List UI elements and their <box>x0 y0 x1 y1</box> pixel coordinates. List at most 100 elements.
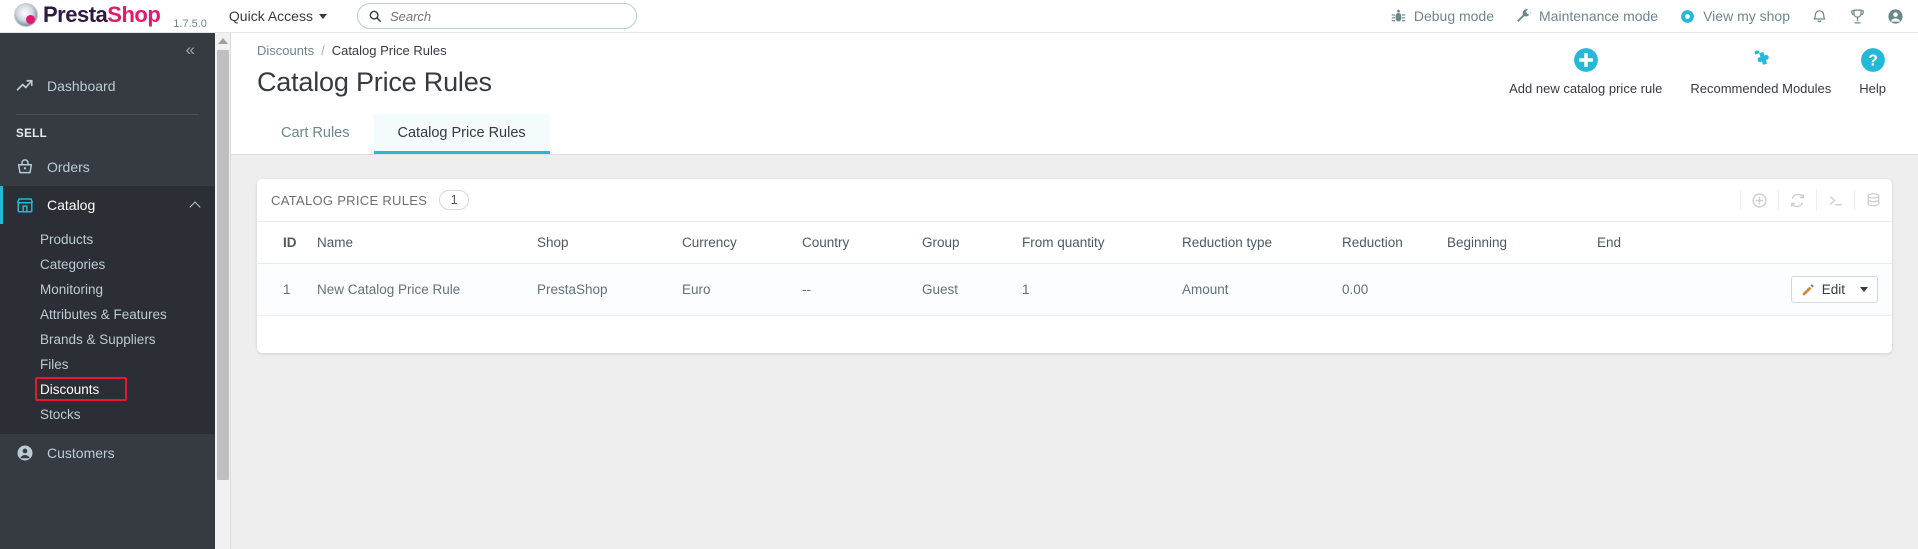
top-header-bar: PrestaShop 1.7.5.0 Quick Access Debug mo… <box>0 0 1918 33</box>
search-icon <box>369 10 381 22</box>
table-header: ID Name Shop Currency Country Group From… <box>257 222 1892 264</box>
record-count-badge: 1 <box>439 190 470 210</box>
panel-header: CATALOG PRICE RULES 1 <box>257 179 1892 222</box>
column-header-from-quantity[interactable]: From quantity <box>1014 222 1174 264</box>
tab-cart-rules[interactable]: Cart Rules <box>257 114 374 154</box>
svg-text:?: ? <box>1868 53 1878 70</box>
sidebar-section-sell: SELL <box>16 128 47 140</box>
sidebar-item-orders-label: Orders <box>47 159 90 175</box>
sidebar-subitem-stocks[interactable]: Stocks <box>0 402 215 427</box>
panel-add-button[interactable] <box>1740 190 1778 210</box>
pencil-icon <box>1802 283 1814 295</box>
cell-name: New Catalog Price Rule <box>309 263 529 316</box>
sidebar-subitem-products[interactable]: Products <box>0 227 215 252</box>
sidebar-subitem-discounts[interactable]: Discounts <box>0 377 215 402</box>
page-header-actions: Add new catalog price rule Recommended M… <box>1495 47 1900 96</box>
column-header-beginning[interactable]: Beginning <box>1439 222 1589 264</box>
sidebar-item-dashboard-label: Dashboard <box>47 78 116 94</box>
panel-toolbar <box>1740 190 1892 210</box>
help-label: Help <box>1859 81 1886 96</box>
cell-from-quantity: 1 <box>1014 263 1174 316</box>
column-header-reduction[interactable]: Reduction <box>1334 222 1439 264</box>
panel-export-db-button[interactable] <box>1854 190 1892 210</box>
help-button[interactable]: ? Help <box>1845 47 1900 96</box>
scrollbar-thumb[interactable] <box>217 50 229 480</box>
sidebar-subitem-monitoring[interactable]: Monitoring <box>0 277 215 302</box>
catalog-submenu: Products Categories Monitoring Attribute… <box>0 224 215 434</box>
bell-icon <box>1813 9 1826 22</box>
page-body: « Dashboard SELL Orders Catalog Products… <box>0 33 1918 549</box>
add-new-catalog-price-rule-label: Add new catalog price rule <box>1509 81 1663 96</box>
column-header-shop[interactable]: Shop <box>529 222 674 264</box>
eye-icon <box>1681 9 1694 23</box>
search-input[interactable] <box>389 8 626 24</box>
table-row[interactable]: 1 New Catalog Price Rule PrestaShop Euro… <box>257 263 1892 316</box>
column-header-id[interactable]: ID <box>257 222 309 264</box>
notifications-button[interactable] <box>1811 8 1828 25</box>
recommended-modules-button[interactable]: Recommended Modules <box>1676 47 1845 96</box>
trend-line-icon <box>16 79 33 91</box>
database-export-icon <box>1867 192 1880 206</box>
cell-end <box>1589 263 1671 316</box>
chevron-down-icon <box>318 13 327 19</box>
scroll-up-arrow-icon[interactable] <box>217 38 228 44</box>
sidebar-subitem-categories[interactable]: Categories <box>0 252 215 277</box>
sidebar-item-orders[interactable]: Orders <box>0 148 215 186</box>
column-header-group[interactable]: Group <box>914 222 1014 264</box>
column-header-currency[interactable]: Currency <box>674 222 794 264</box>
brand-logo[interactable]: PrestaShop 1.7.5.0 <box>14 1 207 30</box>
add-new-catalog-price-rule-button[interactable]: Add new catalog price rule <box>1495 47 1676 96</box>
column-header-name[interactable]: Name <box>309 222 529 264</box>
store-icon <box>16 198 34 213</box>
panel-refresh-button[interactable] <box>1778 190 1816 210</box>
cell-actions: Edit <box>1670 263 1892 316</box>
column-header-country[interactable]: Country <box>794 222 914 264</box>
question-circle-icon: ? <box>1860 48 1885 72</box>
column-header-actions <box>1670 222 1892 264</box>
sidebar-item-catalog-label: Catalog <box>47 197 96 213</box>
maintenance-mode-label: Maintenance mode <box>1539 8 1659 24</box>
sidebar-subitem-discounts-label: Discounts <box>40 382 100 397</box>
main-content: Discounts / Catalog Price Rules Catalog … <box>231 33 1918 549</box>
page-tabs: Cart Rules Catalog Price Rules <box>231 98 1918 155</box>
cell-country: -- <box>794 263 914 316</box>
main-sidebar: « Dashboard SELL Orders Catalog Products… <box>0 33 215 549</box>
version-label: 1.7.5.0 <box>173 17 207 30</box>
quick-access-menu[interactable]: Quick Access <box>229 8 327 24</box>
bug-icon <box>1391 9 1406 21</box>
puzzle-icon <box>1754 50 1769 65</box>
breadcrumb-parent[interactable]: Discounts <box>257 43 314 58</box>
view-my-shop-link[interactable]: View my shop <box>1679 8 1790 25</box>
sidebar-item-catalog[interactable]: Catalog <box>0 186 215 224</box>
panel-footer <box>257 316 1892 353</box>
achievements-button[interactable] <box>1849 8 1866 25</box>
debug-mode-link[interactable]: Debug mode <box>1390 8 1494 25</box>
chevron-down-icon[interactable] <box>1860 287 1868 292</box>
column-header-end[interactable]: End <box>1589 222 1671 264</box>
add-icon <box>1752 192 1767 208</box>
sidebar-subitem-brands-suppliers[interactable]: Brands & Suppliers <box>0 327 215 352</box>
sidebar-item-customers[interactable]: Customers <box>0 434 215 472</box>
page-header: Discounts / Catalog Price Rules Catalog … <box>231 33 1918 98</box>
breadcrumb-separator: / <box>321 43 325 58</box>
sidebar-subitem-attributes-features[interactable]: Attributes & Features <box>0 302 215 327</box>
search-box[interactable] <box>356 3 637 29</box>
tab-catalog-price-rules[interactable]: Catalog Price Rules <box>373 114 550 154</box>
edit-button-label: Edit <box>1821 282 1845 297</box>
maintenance-mode-link[interactable]: Maintenance mode <box>1515 8 1658 25</box>
collapse-sidebar-button[interactable]: « <box>186 40 196 60</box>
top-right-actions: Debug mode Maintenance mode View my shop <box>1390 8 1904 25</box>
page-scrollbar[interactable] <box>215 33 231 549</box>
quick-access-label: Quick Access <box>228 8 313 24</box>
account-menu-button[interactable] <box>1887 8 1904 25</box>
sidebar-item-customers-label: Customers <box>47 445 115 461</box>
panel-sql-query-button[interactable] <box>1816 190 1854 210</box>
edit-button[interactable]: Edit <box>1790 276 1878 303</box>
cell-currency: Euro <box>674 263 794 316</box>
column-header-reduction-type[interactable]: Reduction type <box>1174 222 1334 264</box>
brand-name-part2: Shop <box>107 1 161 27</box>
trophy-icon <box>1851 9 1864 23</box>
sidebar-item-dashboard[interactable]: Dashboard <box>0 67 215 105</box>
wrench-icon <box>1517 8 1531 22</box>
sidebar-subitem-files[interactable]: Files <box>0 352 215 377</box>
